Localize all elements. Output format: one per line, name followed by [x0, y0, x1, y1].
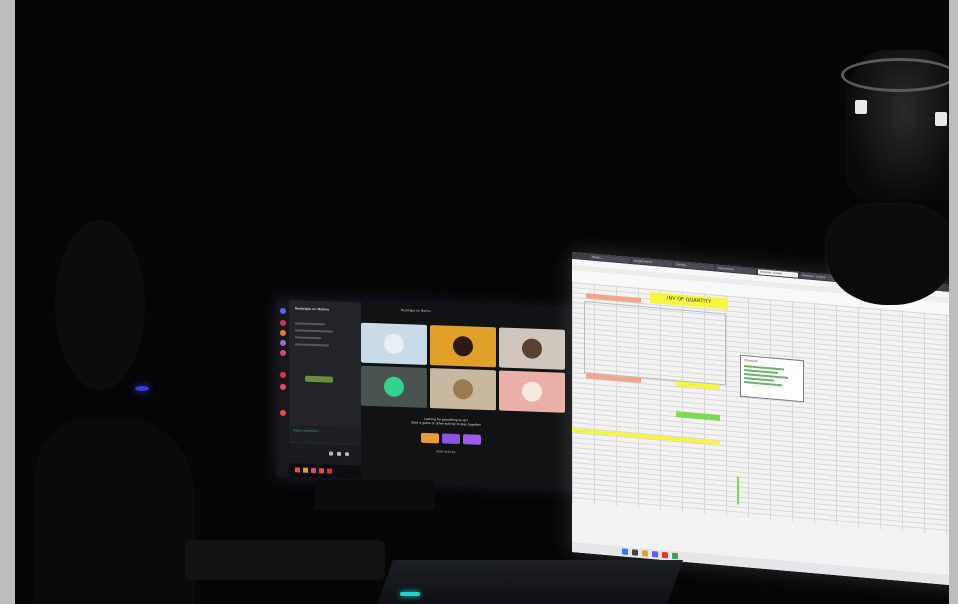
start-icon[interactable]	[622, 548, 628, 555]
avatar	[384, 376, 404, 398]
server-icon[interactable]	[280, 383, 286, 391]
room-shadow	[55, 220, 145, 390]
activity-card[interactable]	[421, 432, 439, 444]
server-icon[interactable]	[280, 339, 286, 347]
participant-tile[interactable]	[361, 322, 427, 365]
checklist-popup[interactable]: Checklist	[740, 354, 804, 403]
participant-tile[interactable]	[430, 325, 496, 368]
voice-panel: Voice Connected	[289, 425, 361, 444]
voice-status: Voice Connected	[293, 428, 319, 434]
chair-silhouette	[35, 420, 195, 604]
photo-frame: Nostalgia no Mahiru Voice Connected Nost…	[15, 0, 949, 604]
voice-call-area: Nostalgia no Mahiru Looking for somethin…	[361, 302, 579, 488]
participant-tile[interactable]	[361, 365, 427, 408]
avatar	[522, 338, 542, 359]
avatar	[522, 381, 542, 402]
mic-clip	[855, 100, 867, 114]
avatar	[453, 378, 473, 400]
mic-clip	[935, 112, 947, 126]
taskbar-left	[289, 463, 361, 480]
app-icon[interactable]	[632, 549, 638, 556]
popup-label: Checklist	[744, 358, 758, 364]
user-panel	[289, 443, 361, 466]
call-title: Nostalgia no Mahiru	[401, 308, 432, 314]
server-icon[interactable]	[280, 409, 286, 417]
mic-icon[interactable]	[329, 451, 333, 456]
mic-shock-mount	[841, 58, 949, 92]
app-icon[interactable]	[642, 550, 648, 557]
keyboard	[376, 560, 684, 604]
avatar	[384, 333, 404, 355]
server-icon[interactable]	[280, 371, 286, 379]
server-icon[interactable]	[280, 329, 286, 337]
server-title[interactable]: Nostalgia no Mahiru	[295, 306, 329, 311]
avatar	[453, 335, 473, 357]
start-activity-link[interactable]: Start Activity	[436, 449, 456, 454]
left-monitor: Nostalgia no Mahiru Voice Connected Nost…	[277, 299, 579, 488]
settings-icon[interactable]	[345, 452, 349, 457]
activity-caption: Looking for something to do? Start a gam…	[391, 416, 501, 428]
participant-tile[interactable]	[499, 327, 565, 370]
app-icon[interactable]	[662, 551, 668, 559]
home-icon[interactable]	[280, 307, 286, 315]
activity-card[interactable]	[442, 433, 460, 445]
app-icon[interactable]	[672, 552, 678, 560]
participant-tile[interactable]	[430, 368, 496, 411]
keyboard-light	[400, 592, 420, 596]
monitor-stand	[315, 480, 435, 510]
server-icon[interactable]	[280, 349, 286, 357]
speaker	[827, 205, 949, 305]
server-rail[interactable]	[277, 299, 289, 478]
participant-tile[interactable]	[499, 370, 565, 413]
headphones-icon[interactable]	[337, 451, 341, 456]
channel-sidebar: Nostalgia no Mahiru Voice Connected	[289, 300, 361, 480]
activity-card[interactable]	[463, 434, 481, 445]
channel-list	[295, 322, 345, 364]
data-block	[584, 301, 726, 386]
voice-user-chips	[305, 375, 333, 383]
app-icon[interactable]	[652, 550, 658, 558]
pc-case-light	[135, 386, 149, 391]
server-icon[interactable]	[280, 319, 286, 327]
desk-items	[185, 540, 385, 580]
